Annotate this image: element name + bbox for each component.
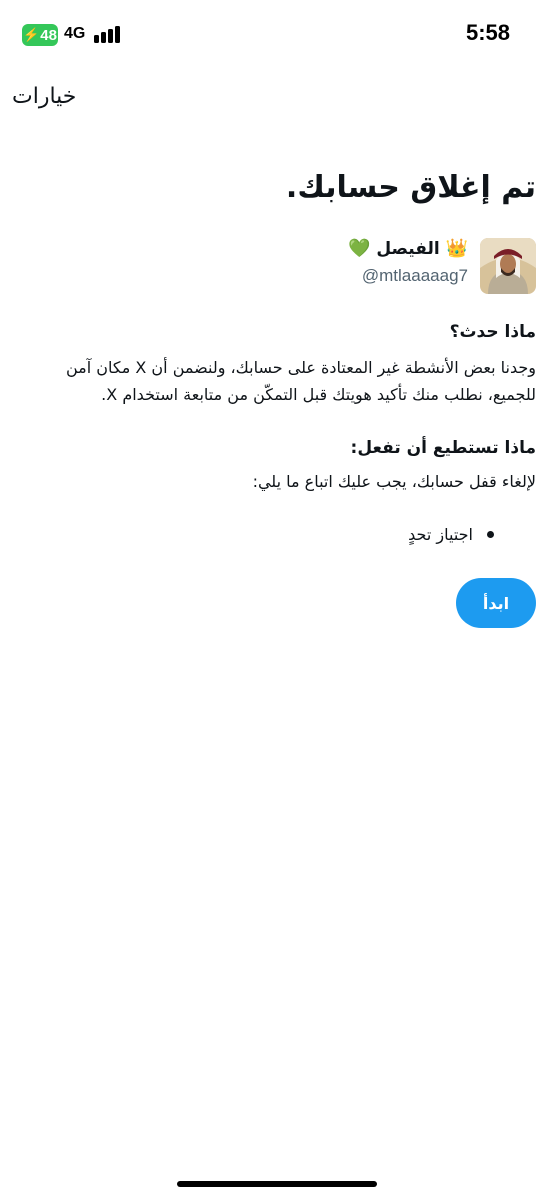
status-bar: ⚡ 48 4G 5:58	[0, 0, 554, 70]
green-heart-icon: 💚	[348, 238, 371, 259]
charging-bolt-icon: ⚡	[23, 27, 40, 42]
display-name-text: الفيصل	[376, 239, 440, 259]
profile-card: 👑 الفيصل 💚 @mtlaaaaag7	[18, 238, 536, 298]
screen: ⚡ 48 4G 5:58 خيارات تم إغلاق حسابك. 👑 ال…	[0, 0, 554, 1199]
what-happened-heading: ماذا حدث؟	[449, 322, 536, 342]
crown-icon: 👑	[445, 238, 468, 259]
battery-level: 48	[40, 26, 57, 44]
avatar-image	[480, 238, 536, 294]
page-title: تم إغلاق حسابك.	[285, 170, 536, 205]
what-to-do-text: لإلغاء قفل حسابك، يجب عليك اتباع ما يلي:	[252, 472, 536, 491]
bullet-icon	[487, 531, 494, 538]
options-button[interactable]: خيارات	[12, 84, 76, 109]
signal-strength-icon	[94, 25, 122, 43]
start-button[interactable]: ابدأ	[456, 578, 536, 628]
list-item-text: اجتياز تحدٍ	[408, 525, 473, 544]
list-item: اجتياز تحدٍ	[408, 525, 494, 544]
home-indicator[interactable]	[177, 1181, 377, 1187]
what-happened-text: وجدنا بعض الأنشطة غير المعتادة على حسابك…	[65, 358, 536, 404]
battery-indicator: ⚡ 48	[22, 24, 58, 46]
display-name: 👑 الفيصل 💚	[348, 238, 468, 259]
what-to-do-heading: ماذا تستطيع أن تفعل:	[350, 438, 536, 458]
username: @mtlaaaaag7	[361, 266, 468, 285]
avatar	[480, 238, 536, 294]
network-type: 4G	[64, 25, 86, 42]
status-time: 5:58	[465, 20, 510, 45]
